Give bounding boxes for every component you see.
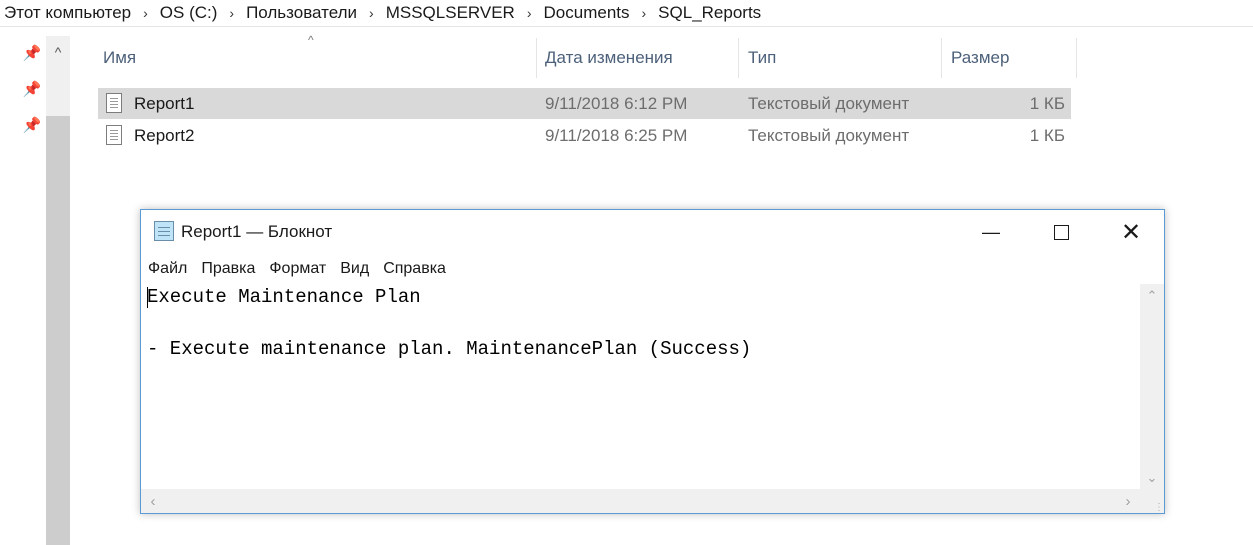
minimize-button[interactable]: —: [956, 210, 1026, 254]
resize-grip-icon[interactable]: ⋮: [1140, 489, 1164, 513]
notepad-window[interactable]: Report1 — Блокнот — ✕ Файл Правка Формат…: [140, 209, 1165, 514]
editor-horizontal-scrollbar[interactable]: ‹ ›: [141, 489, 1140, 513]
maximize-icon: [1053, 224, 1069, 240]
file-row-report2[interactable]: Report2 9/11/2018 6:25 PM Текстовый доку…: [98, 120, 1071, 151]
menu-format[interactable]: Формат: [262, 260, 333, 278]
file-name: Report2: [134, 125, 195, 145]
breadcrumb-sql-reports[interactable]: SQL_Reports: [654, 3, 765, 23]
notepad-icon[interactable]: [154, 221, 174, 241]
file-date: 9/11/2018 6:25 PM: [545, 125, 688, 145]
column-divider[interactable]: [941, 38, 942, 78]
column-divider[interactable]: [738, 38, 739, 78]
chevron-right-icon[interactable]: ›: [135, 5, 156, 21]
scrollbar-thumb[interactable]: [46, 116, 70, 545]
column-divider[interactable]: [536, 38, 537, 78]
chevron-right-icon[interactable]: ›: [221, 5, 242, 21]
breadcrumb-users[interactable]: Пользователи: [242, 3, 361, 23]
breadcrumb-os-c[interactable]: OS (C:): [156, 3, 222, 23]
column-divider[interactable]: [1076, 38, 1077, 78]
column-header-date[interactable]: Дата изменения: [545, 38, 673, 78]
scroll-right-icon[interactable]: ›: [1116, 489, 1140, 513]
file-type: Текстовый документ: [748, 125, 910, 145]
column-header-size[interactable]: Размер: [951, 38, 1009, 78]
pin-icon[interactable]: 📌: [18, 116, 46, 152]
menu-view[interactable]: Вид: [333, 260, 376, 278]
breadcrumb-mssqlserver[interactable]: MSSQLSERVER: [382, 3, 519, 23]
pin-icon[interactable]: 📌: [18, 44, 46, 80]
pin-icon[interactable]: 📌: [18, 80, 46, 116]
column-header-name[interactable]: Имя: [103, 38, 136, 78]
scroll-up-icon[interactable]: ⌃: [1140, 284, 1164, 308]
file-date: 9/11/2018 6:12 PM: [545, 93, 688, 113]
scroll-down-icon[interactable]: ⌄: [1140, 466, 1164, 490]
chevron-right-icon[interactable]: ›: [361, 5, 382, 21]
text-file-icon: [106, 125, 122, 145]
breadcrumb-documents[interactable]: Documents: [540, 3, 634, 23]
scroll-left-icon[interactable]: ‹: [141, 489, 165, 513]
menu-edit[interactable]: Правка: [194, 260, 262, 278]
menu-help[interactable]: Справка: [376, 260, 453, 278]
file-size: 1 КБ: [1029, 93, 1065, 113]
sort-ascending-icon: ^: [308, 33, 314, 47]
scroll-up-icon[interactable]: ^: [46, 36, 70, 68]
menu-file[interactable]: Файл: [141, 260, 194, 278]
navigation-pane-scrollbar[interactable]: ^: [46, 36, 70, 545]
notepad-titlebar[interactable]: Report1 — Блокнот — ✕: [141, 210, 1164, 254]
close-button[interactable]: ✕: [1096, 210, 1166, 254]
file-row-report1[interactable]: Report1 9/11/2018 6:12 PM Текстовый доку…: [98, 88, 1071, 119]
editor-vertical-scrollbar[interactable]: ⌃ ⌄: [1140, 284, 1164, 490]
chevron-right-icon[interactable]: ›: [634, 5, 655, 21]
maximize-button[interactable]: [1026, 210, 1096, 254]
menu-bar: Файл Правка Формат Вид Справка: [141, 256, 453, 282]
file-size: 1 КБ: [1029, 125, 1065, 145]
chevron-right-icon[interactable]: ›: [519, 5, 540, 21]
text-editor[interactable]: Execute Maintenance Plan - Execute maint…: [147, 284, 1140, 488]
column-header-type[interactable]: Тип: [748, 38, 776, 78]
quick-access-pins: 📌 📌 📌: [18, 44, 46, 152]
text-caret: [147, 287, 148, 308]
breadcrumb: Этот компьютер › OS (C:) › Пользователи …: [0, 0, 1253, 27]
text-file-icon: [106, 93, 122, 113]
breadcrumb-this-pc[interactable]: Этот компьютер: [0, 3, 135, 23]
file-name: Report1: [134, 93, 195, 113]
file-type: Текстовый документ: [748, 93, 910, 113]
window-title: Report1 — Блокнот: [181, 222, 333, 241]
